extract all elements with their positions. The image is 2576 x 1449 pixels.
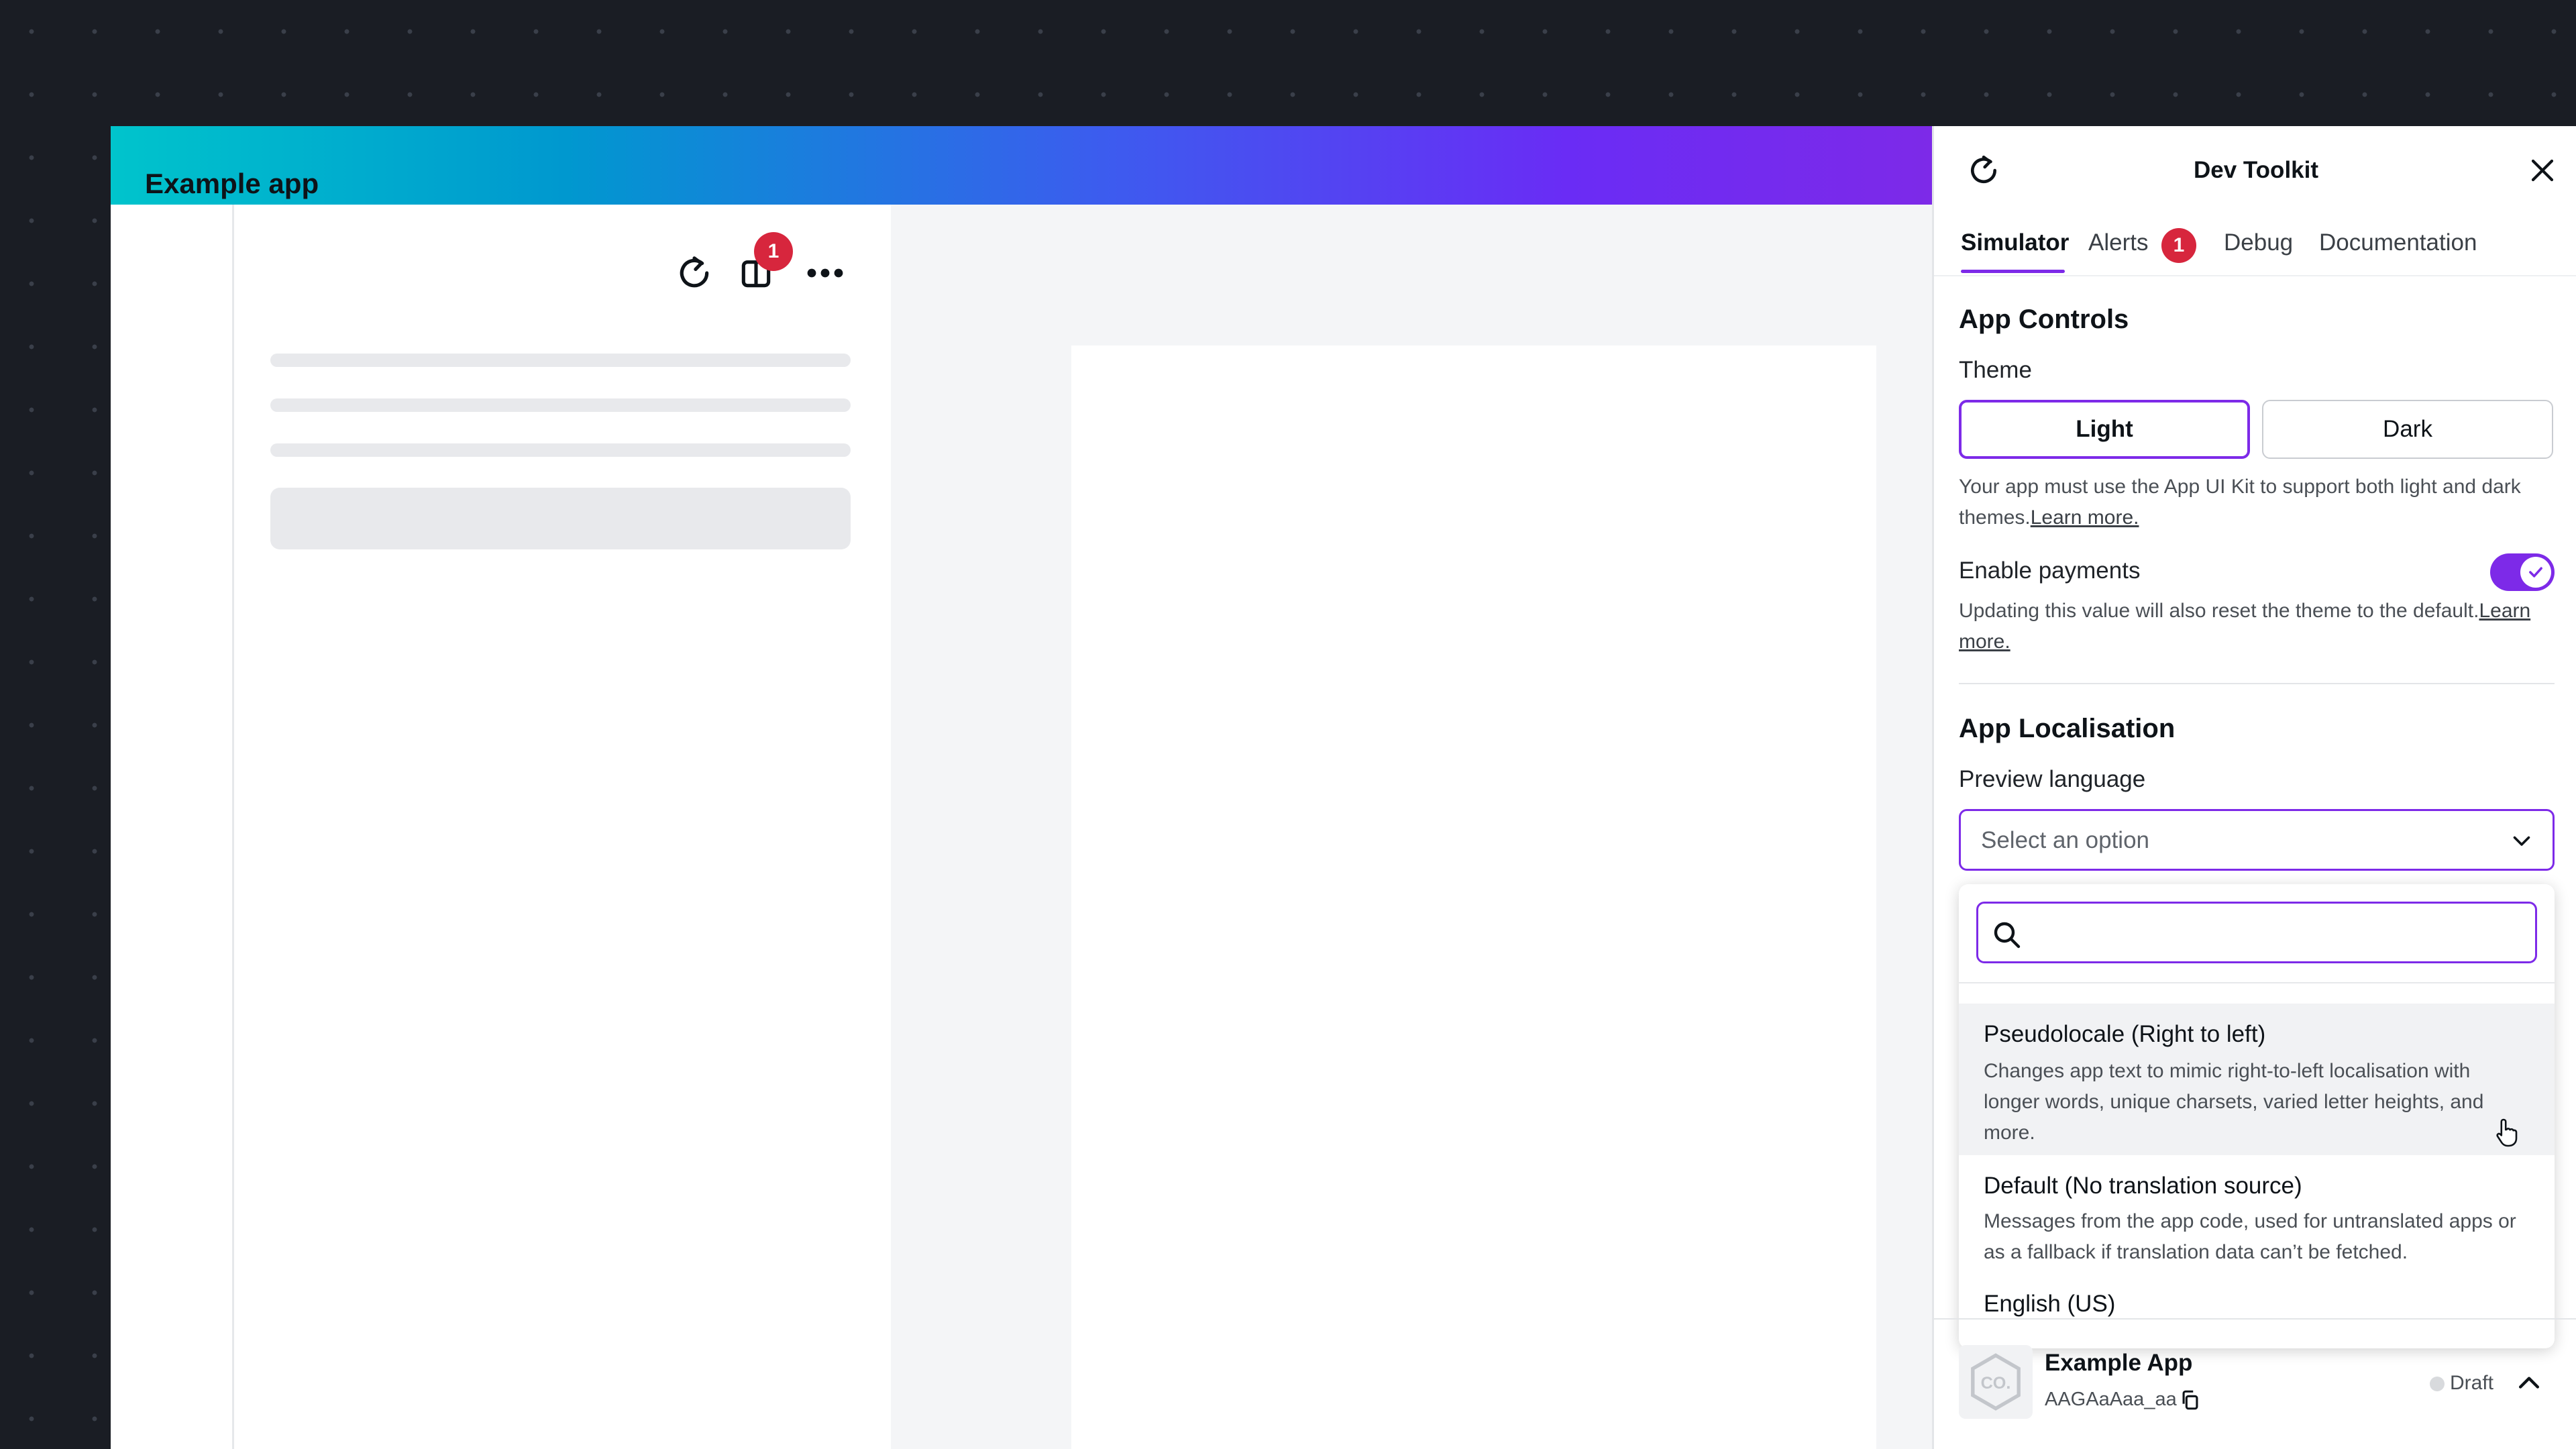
option-title: English (US)	[1984, 1291, 2116, 1317]
copy-icon[interactable]	[2179, 1389, 2202, 1411]
theme-light-button[interactable]: Light	[1959, 400, 2250, 459]
active-tab-indicator	[1961, 270, 2065, 273]
preview-language-label: Preview language	[1959, 766, 2146, 792]
theme-learn-more-link[interactable]: Learn more.	[2031, 506, 2139, 529]
status-text: Draft	[2450, 1372, 2494, 1394]
section-divider	[1959, 683, 2555, 684]
toggle-knob	[2520, 557, 2551, 588]
footer-divider	[1932, 1318, 2576, 1320]
tab-documentation[interactable]: Documentation	[2319, 229, 2477, 256]
search-icon	[1994, 922, 2021, 949]
tab-alerts[interactable]: Alerts	[2088, 229, 2148, 256]
check-icon	[2529, 567, 2542, 578]
hexagon-logo-icon: CO.	[1971, 1353, 2021, 1411]
preview-language-select[interactable]: Select an option	[1959, 809, 2555, 871]
payments-help-message: Updating this value will also reset the …	[1959, 600, 2479, 622]
tabs-divider	[1934, 275, 2576, 276]
app-panel-title: Example app	[145, 168, 319, 199]
dropdown-search-input[interactable]	[1976, 902, 2537, 963]
tab-debug[interactable]: Debug	[2224, 229, 2293, 256]
option-description: Messages from the app code, used for unt…	[1984, 1210, 2516, 1263]
option-pseudolocale-rtl[interactable]: Pseudolocale (Right to left) Changes app…	[1959, 1004, 2555, 1155]
theme-dark-button[interactable]: Dark	[2262, 400, 2553, 459]
option-description: Changes app text to mimic right-to-left …	[1984, 1060, 2484, 1144]
enable-payments-label: Enable payments	[1959, 557, 2141, 584]
option-title: Default (No translation source)	[1984, 1173, 2302, 1199]
chevron-up-icon[interactable]	[2514, 1368, 2544, 1398]
select-placeholder: Select an option	[1981, 827, 2150, 853]
app-logo: CO.	[1959, 1345, 2033, 1419]
hand-cursor-icon	[2496, 1118, 2518, 1147]
refresh-icon	[680, 256, 709, 288]
app-panel	[236, 205, 891, 1449]
more-options-button[interactable]	[802, 250, 849, 297]
enable-payments-toggle[interactable]	[2490, 553, 2555, 591]
toolkit-close-button[interactable]	[2522, 150, 2563, 191]
skeleton-line	[270, 354, 851, 367]
app-localisation-heading: App Localisation	[1959, 714, 2176, 743]
tab-simulator[interactable]: Simulator	[1961, 229, 2069, 256]
alerts-count-badge: 1	[2161, 228, 2196, 263]
option-title: Pseudolocale (Right to left)	[1984, 1021, 2266, 1047]
toolkit-title: Dev Toolkit	[2193, 157, 2319, 183]
option-english-us[interactable]: English (US)	[1959, 1276, 2555, 1343]
more-icon	[807, 268, 843, 278]
skeleton-line	[270, 443, 851, 457]
footer-app-name: Example App	[2045, 1350, 2193, 1376]
dropdown-separator	[1959, 982, 2555, 983]
design-page[interactable]	[1071, 345, 1876, 1449]
theme-help-text: Your app must use the App UI Kit to supp…	[1959, 472, 2555, 533]
editor-side-rail	[111, 205, 234, 1449]
status-dot	[2430, 1377, 2445, 1391]
editor-topbar	[111, 126, 1932, 205]
option-default-no-translation[interactable]: Default (No translation source) Messages…	[1959, 1155, 2555, 1276]
reload-app-button[interactable]	[671, 250, 718, 297]
theme-label: Theme	[1959, 357, 2032, 383]
notification-badge: 1	[754, 232, 793, 271]
app-controls-heading: App Controls	[1959, 305, 2129, 334]
footer-app-id: AAGAaAaa_aa	[2045, 1389, 2177, 1410]
close-icon	[2531, 159, 2554, 182]
skeleton-button	[270, 488, 851, 549]
skeleton-line	[270, 398, 851, 412]
payments-help-text: Updating this value will also reset the …	[1959, 596, 2555, 657]
chevron-down-icon	[2507, 826, 2536, 855]
language-dropdown-menu: Pseudolocale (Right to left) Changes app…	[1959, 884, 2555, 1348]
logo-text: CO.	[1981, 1374, 2011, 1393]
